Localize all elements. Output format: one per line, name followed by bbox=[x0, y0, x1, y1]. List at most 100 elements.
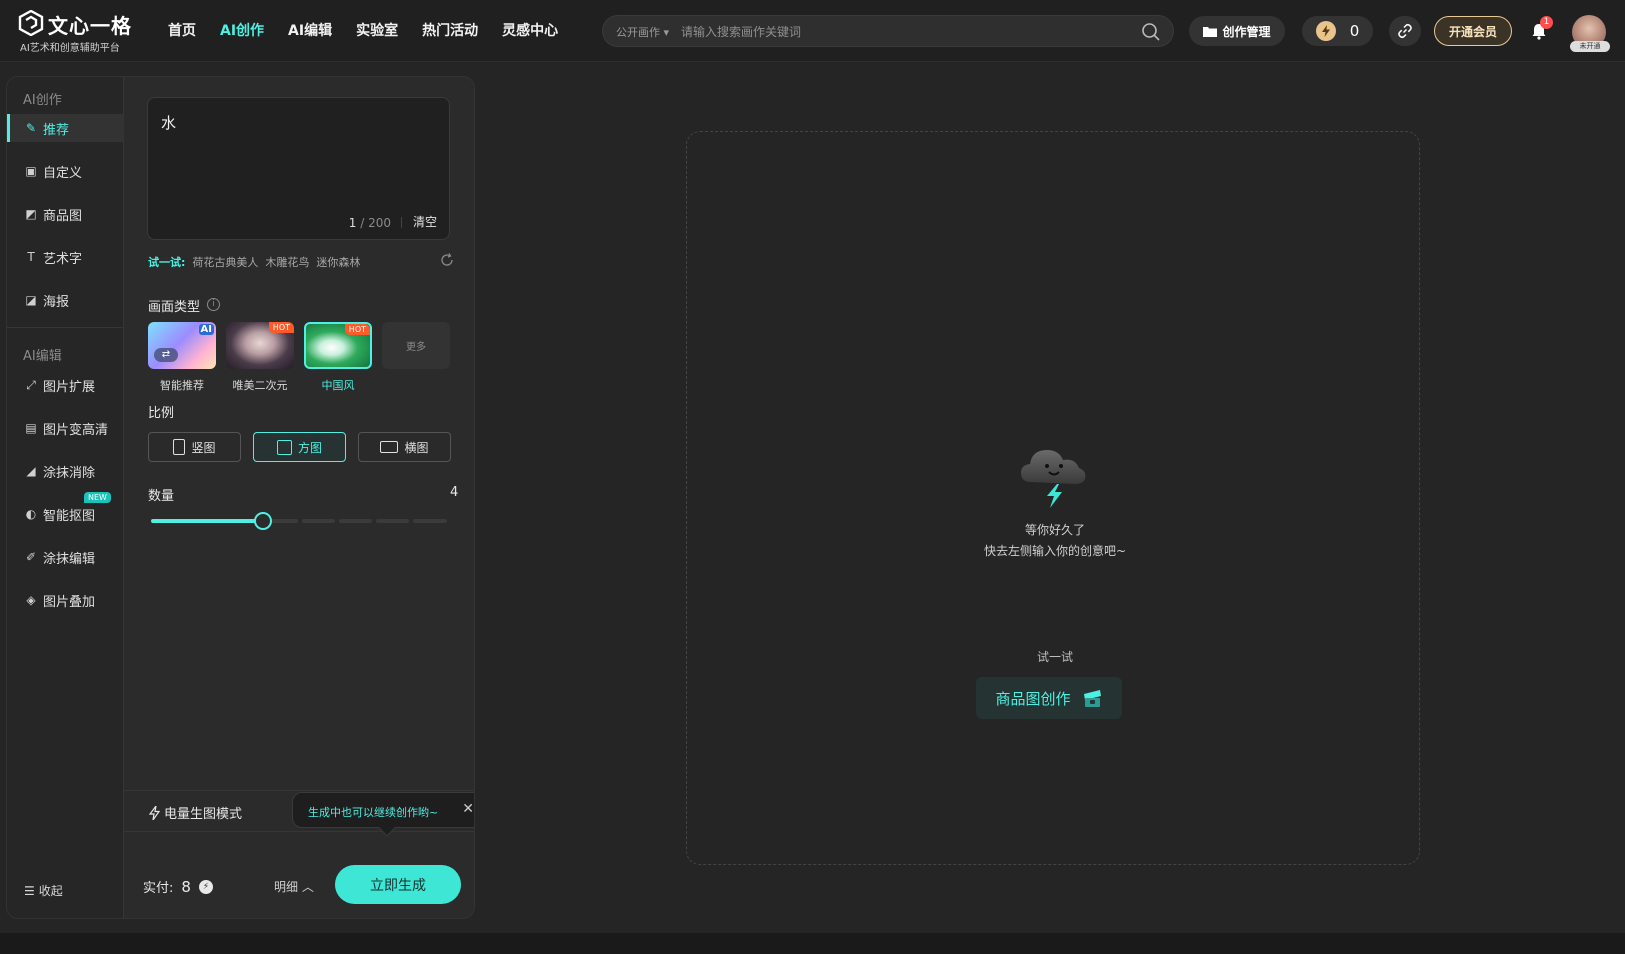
sidebar-item-label: 图片叠加 bbox=[43, 594, 96, 610]
nav-inspiration[interactable]: 灵感中心 bbox=[502, 20, 558, 40]
brand-slogan: AI艺术和创意辅助平台 bbox=[20, 43, 120, 54]
search-bar: 公开画作 ▾ bbox=[602, 15, 1174, 47]
link-button[interactable] bbox=[1389, 16, 1421, 46]
style-option-anime[interactable]: HOT bbox=[226, 322, 294, 369]
pay-label: 实付: bbox=[143, 881, 174, 896]
manage-label: 创作管理 bbox=[1222, 24, 1271, 39]
clear-button[interactable]: 清空 bbox=[413, 213, 437, 230]
portrait-shape-icon bbox=[173, 439, 186, 455]
sidebar-section-edit: AI编辑 bbox=[23, 349, 62, 364]
slider-track bbox=[376, 519, 409, 523]
sidebar-item-overlay[interactable]: ◈ 图片叠加 bbox=[7, 586, 124, 614]
close-icon[interactable]: ✕ bbox=[462, 801, 474, 817]
generate-button[interactable]: 立即生成 bbox=[335, 865, 461, 904]
detail-toggle[interactable]: 明细 ︿ bbox=[274, 878, 314, 895]
sidebar-item-custom[interactable]: ▣ 自定义 bbox=[7, 157, 124, 185]
vip-button[interactable]: 开通会员 bbox=[1434, 16, 1512, 46]
gift-box-icon bbox=[1083, 690, 1101, 707]
logo-icon bbox=[18, 10, 44, 36]
sidebar-divider bbox=[7, 327, 124, 328]
creation-form: 水 1 / 200 清空 试一试: 荷花古典美人 木雕花鸟 迷你森林 画面类型 i ⇄… bbox=[124, 77, 474, 918]
ratio-portrait-button[interactable]: 竖图 bbox=[148, 432, 241, 462]
credits-count: 0 bbox=[1349, 22, 1360, 40]
brand-name: 文心一格 bbox=[48, 14, 132, 38]
sidebar-item-label: 图片扩展 bbox=[43, 379, 96, 395]
ratio-option-label: 竖图 bbox=[191, 440, 216, 455]
style-option-smart[interactable]: ⇄ AI bbox=[148, 322, 216, 369]
suggestion-chip[interactable]: 木雕花鸟 bbox=[265, 256, 309, 269]
notification-button[interactable]: 1 bbox=[1530, 16, 1553, 42]
creation-panel: AI创作 ✎ 推荐 ▣ 自定义 ◩ 商品图 T 艺术字 ◪ 海报 AI编辑 ⤢ … bbox=[6, 76, 475, 919]
sidebar-item-erase[interactable]: ◢ 涂抹消除 bbox=[7, 457, 124, 485]
try-suggestions: 试一试: 荷花古典美人 木雕花鸟 迷你森林 bbox=[148, 254, 360, 270]
ratio-landscape-button[interactable]: 横图 bbox=[358, 432, 451, 462]
prompt-input[interactable]: 水 bbox=[161, 112, 436, 202]
style-option-more[interactable]: 更多 bbox=[382, 322, 450, 369]
sidebar-item-paint-edit[interactable]: ✐ 涂抹编辑 bbox=[7, 543, 124, 571]
sidebar-item-poster[interactable]: ◪ 海报 bbox=[7, 286, 124, 314]
quantity-value: 4 bbox=[450, 485, 459, 500]
nav-home[interactable]: 首页 bbox=[168, 20, 196, 40]
top-bar: 文心一格 AI艺术和创意辅助平台 首页 AI创作 AI编辑 实验室 热门活动 灵… bbox=[0, 0, 1625, 62]
suggestion-chip[interactable]: 荷花古典美人 bbox=[192, 256, 258, 269]
ratio-option-label: 方图 bbox=[297, 440, 322, 455]
payment-summary: 实付: 8 ⚡ bbox=[143, 877, 213, 896]
nav-lab[interactable]: 实验室 bbox=[356, 20, 398, 40]
nav-ai-edit[interactable]: AI编辑 bbox=[288, 20, 332, 40]
slider-track bbox=[339, 519, 372, 523]
pay-amount: 8 bbox=[181, 877, 191, 896]
sidebar-item-art-text[interactable]: T 艺术字 bbox=[7, 243, 124, 271]
hd-icon: ▤ bbox=[25, 421, 37, 435]
cube-icon: ▣ bbox=[25, 164, 37, 178]
sidebar-item-expand[interactable]: ⤢ 图片扩展 bbox=[7, 371, 124, 399]
landscape-shape-icon bbox=[380, 441, 399, 453]
ratio-square-button[interactable]: 方图 bbox=[253, 432, 346, 462]
hot-badge: HOT bbox=[268, 322, 294, 333]
new-badge: NEW bbox=[84, 492, 111, 503]
sidebar-item-label: 智能抠图 bbox=[43, 508, 96, 524]
power-mode-toggle[interactable]: 电量生图模式 bbox=[149, 803, 242, 822]
lightning-icon bbox=[149, 805, 160, 820]
collapse-button[interactable]: ☰ 收起 bbox=[24, 882, 63, 899]
bottom-strip bbox=[0, 933, 1625, 954]
credits-display[interactable]: 0 bbox=[1302, 16, 1373, 46]
info-icon[interactable]: i bbox=[207, 298, 220, 311]
manage-button[interactable]: 创作管理 bbox=[1189, 16, 1285, 46]
suggestion-chip[interactable]: 迷你森林 bbox=[316, 256, 360, 269]
square-shape-icon bbox=[276, 439, 292, 455]
sidebar-item-hd[interactable]: ▤ 图片变高清 bbox=[7, 414, 124, 442]
sidebar-item-label: 涂抹编辑 bbox=[43, 551, 96, 567]
ratio-label: 比例 bbox=[148, 406, 175, 421]
refresh-icon[interactable] bbox=[440, 253, 454, 267]
prompt-divider bbox=[401, 217, 402, 228]
quantity-slider[interactable] bbox=[151, 512, 447, 530]
style-option-chinese[interactable]: HOT bbox=[304, 322, 372, 369]
style-caption: 智能推荐 bbox=[160, 379, 204, 392]
nav-ai-create[interactable]: AI创作 bbox=[220, 20, 264, 40]
product-creation-button[interactable]: 商品图创作 bbox=[976, 677, 1122, 719]
avatar-vip-tag: 未开通 bbox=[1570, 41, 1610, 52]
link-icon bbox=[1398, 23, 1412, 39]
product-creation-label: 商品图创作 bbox=[995, 689, 1071, 708]
search-input[interactable] bbox=[681, 22, 1121, 42]
product-icon: ◩ bbox=[25, 207, 37, 221]
empty-state-title: 等你好久了 bbox=[1024, 523, 1085, 537]
slider-thumb[interactable] bbox=[254, 512, 273, 530]
layers-icon: ◈ bbox=[26, 593, 36, 607]
slider-track bbox=[302, 519, 335, 523]
paint-edit-icon: ✐ bbox=[25, 550, 37, 564]
search-scope-select[interactable]: 公开画作 ▾ bbox=[616, 24, 669, 40]
sidebar-item-product[interactable]: ◩ 商品图 bbox=[7, 200, 124, 228]
logo[interactable]: 文心一格 AI艺术和创意辅助平台 bbox=[18, 8, 136, 54]
search-icon[interactable] bbox=[1141, 22, 1161, 42]
sidebar-item-recommend[interactable]: ✎ 推荐 bbox=[7, 114, 124, 142]
notification-badge: 1 bbox=[1540, 16, 1553, 29]
tooltip: 生成中也可以继续创作哟~ ✕ bbox=[292, 792, 474, 837]
expand-icon: ⤢ bbox=[26, 377, 36, 392]
nav-events[interactable]: 热门活动 bbox=[422, 20, 478, 40]
avatar[interactable]: 未开通 bbox=[1570, 15, 1610, 52]
eraser-icon: ◢ bbox=[26, 464, 36, 478]
ai-badge: AI bbox=[198, 324, 214, 335]
sidebar-item-cutout[interactable]: ◐ 智能抠图 NEW bbox=[7, 492, 124, 528]
sidebar-section-create: AI创作 bbox=[23, 93, 62, 108]
